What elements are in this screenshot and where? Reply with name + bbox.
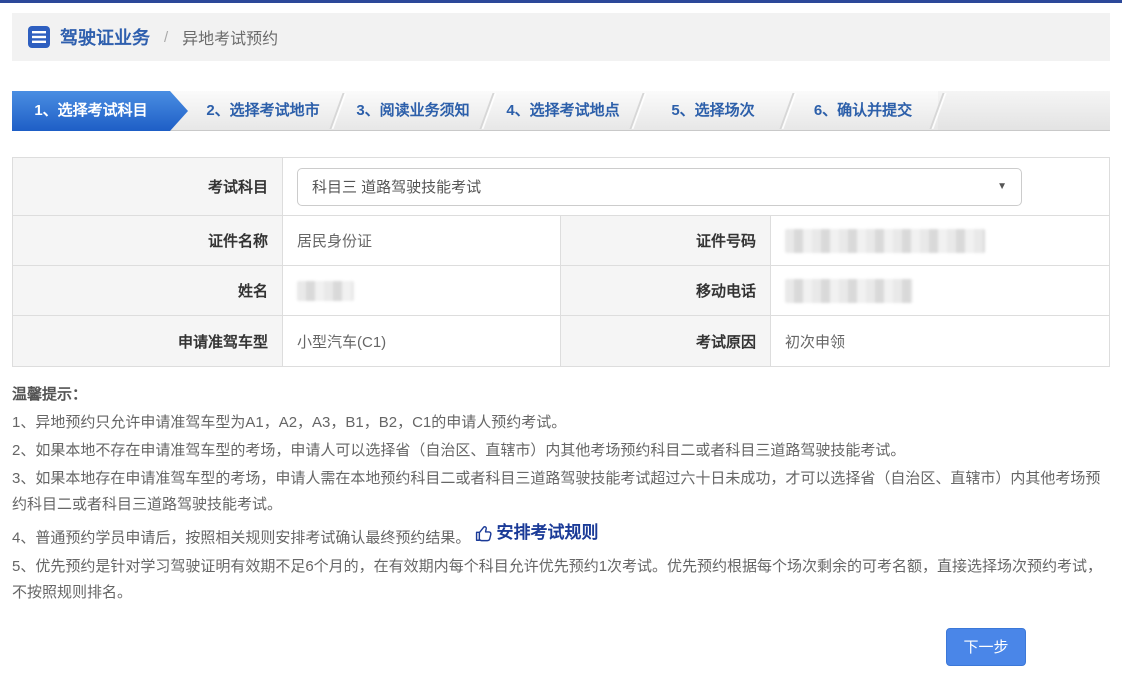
name-cell: [283, 266, 561, 316]
chevron-down-icon: ▼: [997, 181, 1007, 192]
tips-title: 温馨提示：: [12, 382, 1110, 408]
id-number-cell: [771, 216, 1109, 266]
action-bar: 下一步: [12, 628, 1110, 666]
step-tab-5: 5、选择场次: [638, 91, 788, 131]
id-number-label: 证件号码: [561, 216, 771, 266]
exam-rules-link[interactable]: 安排考试规则: [475, 520, 599, 546]
tip-item-1: 1、异地预约只允许申请准驾车型为A1，A2，A3，B1，B2，C1的申请人预约考…: [12, 410, 1110, 436]
phone-redacted-value: [785, 279, 913, 303]
step-tab-3: 3、阅读业务须知: [338, 91, 488, 131]
phone-cell: [771, 266, 1109, 316]
step-tab-4: 4、选择考试地点: [488, 91, 638, 131]
thumbs-up-icon: [475, 524, 494, 543]
service-category-title[interactable]: 驾驶证业务: [60, 24, 150, 50]
applicant-info-table: 考试科目 科目三 道路驾驶技能考试 ▼ 证件名称 居民身份证 证件号码 姓名 移…: [12, 157, 1110, 367]
exam-reason-value: 初次申领: [771, 316, 1109, 366]
step-tab-2: 2、选择考试地市: [188, 91, 338, 131]
vehicle-type-label: 申请准驾车型: [13, 316, 283, 366]
tips-section: 温馨提示： 1、异地预约只允许申请准驾车型为A1，A2，A3，B1，B2，C1的…: [12, 382, 1110, 606]
exam-rules-link-label: 安排考试规则: [497, 520, 599, 546]
exam-subject-label: 考试科目: [13, 158, 283, 216]
step-tab-6-label: 6、确认并提交: [814, 102, 912, 119]
name-label: 姓名: [13, 266, 283, 316]
breadcrumb-separator: /: [164, 29, 168, 46]
tip-item-4-text: 4、普通预约学员申请后，按照相关规则安排考试确认最终预约结果。: [12, 530, 470, 547]
next-step-button[interactable]: 下一步: [946, 628, 1026, 666]
id-number-redacted-value: [785, 229, 985, 253]
step-tab-1: 1、选择考试科目: [12, 91, 188, 131]
step-tab-5-label: 5、选择场次: [671, 102, 754, 119]
exam-subject-select[interactable]: 科目三 道路驾驶技能考试 ▼: [297, 168, 1022, 206]
tip-item-5: 5、优先预约是针对学习驾驶证明有效期不足6个月的，在有效期内每个科目允许优先预约…: [12, 554, 1110, 606]
steps-filler: [938, 91, 1110, 130]
exam-reason-label: 考试原因: [561, 316, 771, 366]
exam-subject-selected-value: 科目三 道路驾驶技能考试: [312, 176, 481, 197]
exam-subject-cell: 科目三 道路驾驶技能考试 ▼: [283, 158, 1109, 216]
menu-list-icon: [28, 26, 50, 48]
page-title: 异地考试预约: [182, 25, 278, 49]
id-type-label: 证件名称: [13, 216, 283, 266]
top-accent-line: [0, 0, 1122, 3]
wizard-steps: 1、选择考试科目 2、选择考试地市 3、阅读业务须知 4、选择考试地点 5、选择…: [12, 91, 1110, 131]
tip-item-3: 3、如果本地存在申请准驾车型的考场，申请人需在本地预约科目二或者科目三道路驾驶技…: [12, 466, 1110, 518]
phone-label: 移动电话: [561, 266, 771, 316]
tip-item-2: 2、如果本地不存在申请准驾车型的考场，申请人可以选择省（自治区、直辖市）内其他考…: [12, 438, 1110, 464]
step-tab-3-label: 3、阅读业务须知: [356, 102, 469, 119]
vehicle-type-value: 小型汽车(C1): [283, 316, 561, 366]
step-tab-2-label: 2、选择考试地市: [206, 102, 319, 119]
step-tab-6: 6、确认并提交: [788, 91, 938, 131]
step-tab-4-label: 4、选择考试地点: [506, 102, 619, 119]
name-redacted-value: [297, 281, 354, 301]
breadcrumb: 驾驶证业务 / 异地考试预约: [12, 13, 1110, 61]
id-type-value: 居民身份证: [283, 216, 561, 266]
tip-item-4: 4、普通预约学员申请后，按照相关规则安排考试确认最终预约结果。 安排考试规则: [12, 520, 1110, 552]
